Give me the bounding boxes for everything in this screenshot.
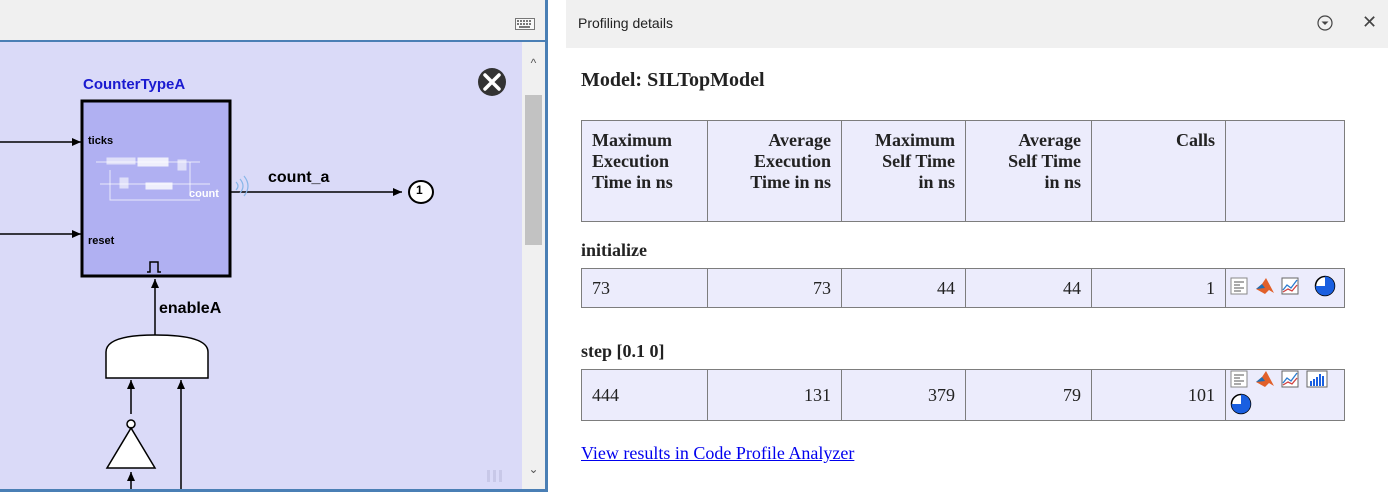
table-row: 73 73 44 44 1 [581,268,1345,308]
panel-header: Profiling details ✕ [566,0,1388,48]
panel-title: Profiling details [578,15,673,31]
cell-max-exec-time: 73 [581,268,708,308]
code-profile-analyzer-link[interactable]: View results in Code Profile Analyzer [581,443,854,464]
port-label-ticks: ticks [88,135,114,147]
matlab-icon[interactable] [1255,277,1275,300]
metrics-header-table: Maximum Execution Time in ns Average Exe… [581,120,1345,222]
model-title: Model: SILTopModel [581,69,765,91]
signal-label-count-a[interactable]: count_a [268,169,329,187]
panel-body: Model: SILTopModel Maximum Execution Tim… [566,48,1388,499]
cell-calls: 101 [1091,368,1226,422]
cell-max-self-time: 44 [841,268,966,308]
profiling-details-panel: Profiling details ✕ Model: SILTopModel M… [566,0,1388,499]
code-report-icon[interactable] [1230,370,1248,393]
diagram-canvas[interactable]: CounterTypeA ticks reset count count_a 1… [0,42,522,489]
cell-avg-exec-time: 73 [707,268,842,308]
section-label-initialize: initialize [581,240,647,260]
matlab-icon[interactable] [1255,370,1275,393]
signal-logging-icon [235,175,249,197]
not-logic-block[interactable] [105,419,157,489]
cell-avg-self-time: 79 [965,368,1092,422]
cell-max-self-time: 379 [841,368,966,422]
table-row: 444 131 379 79 101 [581,368,1345,422]
keyboard-icon[interactable] [515,18,535,30]
section-label-step: step [0.1 0] [581,341,665,361]
block-title: CounterTypeA [83,76,186,93]
and-input-lines [127,380,185,489]
close-icon[interactable]: ✕ [1362,12,1377,33]
cell-avg-exec-time: 131 [707,368,842,422]
and-logic-block[interactable] [105,334,209,379]
pie-chart-icon[interactable] [1230,393,1252,420]
header-avg-exec-time: Average Execution Time in ns [707,120,842,222]
scrollbar-thumb[interactable] [525,95,542,245]
code-report-icon[interactable] [1230,277,1248,300]
close-circle-icon[interactable] [478,68,506,96]
cell-avg-self-time: 44 [965,268,1092,308]
histogram-icon[interactable] [1306,370,1328,393]
plot-icon[interactable] [1281,277,1299,300]
cell-calls: 1 [1091,268,1226,308]
port-label-count: count [189,188,219,200]
plot-icon[interactable] [1281,370,1299,393]
outport-number: 1 [416,183,423,197]
signal-label-enable-a[interactable]: enableA [159,300,221,318]
panel-menu-icon[interactable] [1316,14,1334,32]
header-calls: Calls [1091,120,1226,222]
cell-actions [1225,268,1345,308]
canvas-toolbar [0,0,545,42]
model-canvas-pane: CounterTypeA ticks reset count count_a 1… [0,0,548,492]
resize-grip-icon [487,470,502,482]
header-max-self-time: Maximum Self Time in ns [841,120,966,222]
cell-max-exec-time: 444 [581,368,708,422]
cell-actions [1225,368,1345,422]
header-avg-self-time: Average Self Time in ns [965,120,1092,222]
port-label-reset: reset [88,235,115,247]
header-max-exec-time: Maximum Execution Time in ns [581,120,708,222]
scroll-down-icon[interactable]: ⌄ [522,462,545,480]
pie-chart-icon[interactable] [1314,275,1336,302]
header-actions [1225,120,1345,222]
vertical-scrollbar[interactable]: ^ ⌄ [522,42,545,489]
scroll-up-icon[interactable]: ^ [522,56,545,74]
